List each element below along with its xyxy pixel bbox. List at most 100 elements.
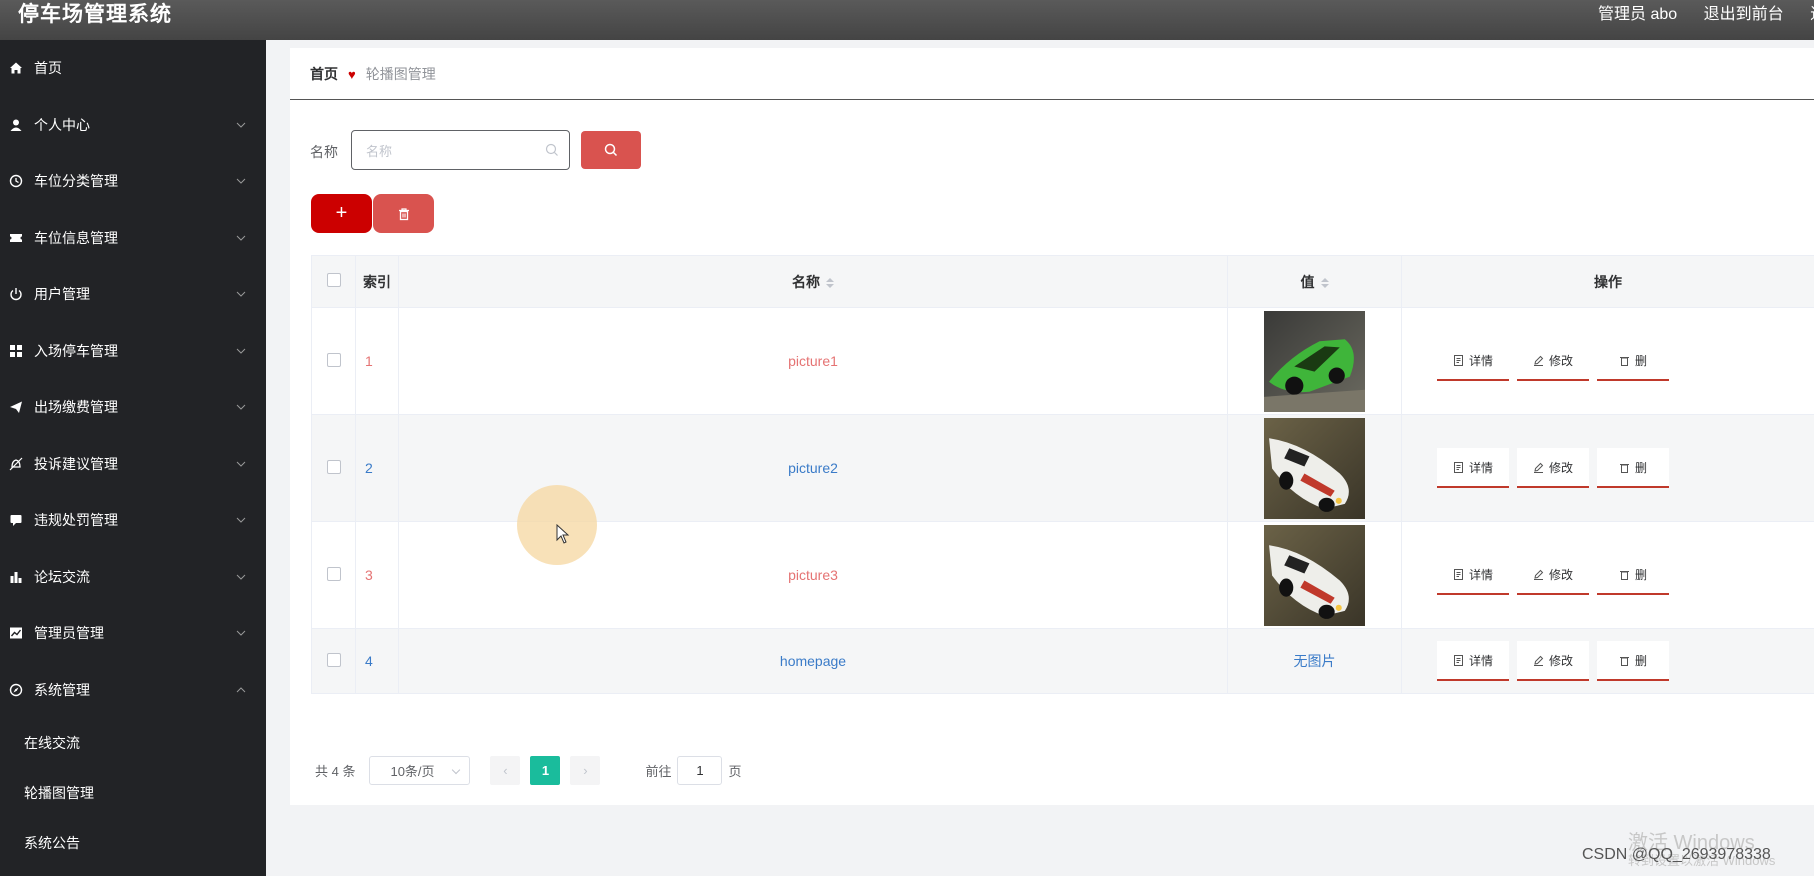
home-icon <box>9 61 23 75</box>
sidebar-item-home[interactable]: 首页 <box>0 40 266 97</box>
detail-button[interactable]: 详情 <box>1437 641 1509 681</box>
sort-icon[interactable] <box>826 277 834 288</box>
header-name-label: 名称 <box>792 273 820 290</box>
checkbox-cell <box>311 307 356 415</box>
sidebar-item-exit-payment[interactable]: 出场缴费管理 <box>0 379 266 436</box>
mouse-cursor-icon <box>556 524 570 544</box>
breadcrumb-home[interactable]: 首页 <box>310 64 338 84</box>
search-label: 名称 <box>310 144 338 160</box>
trend-chart-icon <box>9 626 23 640</box>
chevron-down-icon <box>236 404 246 410</box>
sidebar-item-label: 系统管理 <box>34 681 90 698</box>
edit-icon <box>1533 655 1544 666</box>
row-checkbox[interactable] <box>326 459 341 474</box>
edit-icon <box>1533 462 1544 473</box>
edit-button[interactable]: 修改 <box>1517 641 1589 681</box>
chevron-down-icon <box>236 461 246 467</box>
sort-icon[interactable] <box>1320 277 1329 288</box>
trash-icon <box>1619 463 1629 473</box>
main-card: 名称 名称 + 索引 名称 值 操作 1 picture1 详情 修改 删 2 … <box>290 100 1814 805</box>
checkbox-cell <box>311 414 356 522</box>
document-icon <box>1453 654 1463 666</box>
sidebar-item-label: 首页 <box>34 60 62 77</box>
green-race-car-image[interactable] <box>1264 310 1365 412</box>
row-checkbox[interactable] <box>326 352 341 367</box>
edit-label: 修改 <box>1548 567 1573 582</box>
sidebar-item-label: 论坛交流 <box>34 568 90 585</box>
prev-page-button[interactable]: ‹ <box>490 755 521 785</box>
row-checkbox[interactable] <box>326 652 341 667</box>
search-button[interactable] <box>581 131 641 169</box>
sidebar-item-label: 车位分类管理 <box>34 173 118 190</box>
grid-icon <box>9 344 23 358</box>
delete-label: 删 <box>1634 353 1647 368</box>
chevron-down-icon <box>236 122 246 128</box>
header-value[interactable]: 值 <box>1227 255 1402 308</box>
ops-cell: 详情 修改 删 <box>1401 628 1814 694</box>
ops-cell: 详情 修改 删 <box>1401 521 1814 629</box>
header-checkbox-cell <box>311 255 356 308</box>
batch-delete-button[interactable] <box>373 194 434 233</box>
add-button[interactable]: + <box>311 194 372 233</box>
goto-page-input[interactable]: 1 <box>677 755 723 785</box>
edit-label: 修改 <box>1548 460 1573 475</box>
detail-button[interactable]: 详情 <box>1437 341 1509 381</box>
select-all-checkbox[interactable] <box>326 273 341 287</box>
header-name[interactable]: 名称 <box>398 255 1228 308</box>
page-number-button[interactable]: 1 <box>530 755 561 785</box>
message-icon <box>9 513 23 527</box>
page-size-value: 10条/页 <box>390 763 435 779</box>
carousel-table: 索引 名称 值 操作 1 picture1 详情 修改 删 2 picture2… <box>311 255 1814 694</box>
delete-button[interactable]: 删 <box>1597 341 1669 381</box>
sidebar-item-profile[interactable]: 个人中心 <box>0 97 266 154</box>
user-icon <box>9 118 23 132</box>
paper-plane-icon <box>9 400 23 414</box>
header-index: 索引 <box>355 255 399 308</box>
breadcrumb-current: 轮播图管理 <box>365 66 436 82</box>
sidebar-item-entry-parking[interactable]: 入场停车管理 <box>0 323 266 380</box>
edit-button[interactable]: 修改 <box>1517 555 1589 595</box>
edit-icon <box>1533 355 1544 366</box>
white-race-car-image[interactable] <box>1264 417 1365 519</box>
sidebar-subitem-carousel[interactable]: 轮播图管理 <box>0 768 266 818</box>
breadcrumb: 首页 ♥ 轮播图管理 <box>310 48 436 100</box>
delete-button[interactable]: 删 <box>1597 555 1669 595</box>
compass-icon <box>9 683 23 697</box>
edit-button[interactable]: 修改 <box>1517 341 1589 381</box>
power-icon <box>9 287 23 301</box>
sidebar-item-forum[interactable]: 论坛交流 <box>0 549 266 606</box>
row-checkbox[interactable] <box>326 566 341 581</box>
sidebar-item-complaints[interactable]: 投诉建议管理 <box>0 436 266 493</box>
next-page-button[interactable]: › <box>570 755 601 785</box>
search-input[interactable]: 名称 <box>351 130 570 170</box>
value-cell: 无图片 <box>1227 628 1402 694</box>
edit-button[interactable]: 修改 <box>1517 448 1589 488</box>
detail-label: 详情 <box>1468 353 1493 368</box>
logout-link[interactable]: 退 <box>1810 6 1814 23</box>
table-row: 4 homepage 无图片 详情 修改 删 <box>311 628 1814 694</box>
sidebar-subitem-announcement[interactable]: 系统公告 <box>0 818 266 868</box>
sidebar-subitem-online-chat[interactable]: 在线交流 <box>0 718 266 768</box>
value-cell <box>1227 414 1402 522</box>
trash-icon <box>1619 570 1629 580</box>
chevron-down-icon <box>236 291 246 297</box>
sidebar-item-space-info[interactable]: 车位信息管理 <box>0 210 266 267</box>
white-race-car-image[interactable] <box>1264 524 1365 626</box>
pagination: 共 4 条 10条/页 ‹ 1 › 前往 1 页 <box>315 755 742 785</box>
detail-button[interactable]: 详情 <box>1437 555 1509 595</box>
delete-button[interactable]: 删 <box>1597 448 1669 488</box>
ops-cell: 详情 修改 删 <box>1401 414 1814 522</box>
sidebar-item-system[interactable]: 系统管理 <box>0 662 266 719</box>
sidebar-item-users[interactable]: 用户管理 <box>0 266 266 323</box>
header-ops: 操作 <box>1401 255 1814 308</box>
checkbox-cell <box>311 628 356 694</box>
back-to-frontend-link[interactable]: 退出到前台 <box>1704 6 1784 23</box>
sidebar-item-admins[interactable]: 管理员管理 <box>0 605 266 662</box>
csdn-watermark: CSDN @QQ_2693978338 <box>1582 846 1771 863</box>
sidebar-item-space-category[interactable]: 车位分类管理 <box>0 153 266 210</box>
detail-button[interactable]: 详情 <box>1437 448 1509 488</box>
delete-button[interactable]: 删 <box>1597 641 1669 681</box>
sidebar-item-violations[interactable]: 违规处罚管理 <box>0 492 266 549</box>
ops-cell: 详情 修改 删 <box>1401 307 1814 415</box>
page-size-select[interactable]: 10条/页 <box>369 755 471 785</box>
